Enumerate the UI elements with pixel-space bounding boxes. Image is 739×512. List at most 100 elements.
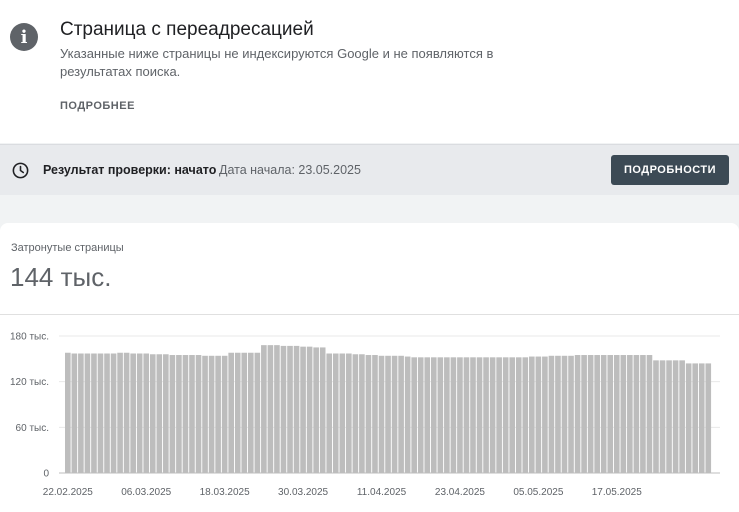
chart-bar	[437, 357, 444, 473]
affected-pages-value: 144 тыс.	[10, 262, 112, 292]
chart-bar	[339, 353, 346, 473]
chart-bar	[247, 352, 254, 473]
chart-bar	[646, 355, 653, 473]
chart-bar	[679, 360, 685, 473]
chart-bar	[509, 357, 516, 473]
chart-bar	[123, 352, 130, 473]
chart-bar	[65, 352, 71, 473]
chart-bar	[332, 353, 339, 473]
chart-bar	[215, 355, 221, 473]
chart-bar	[156, 354, 163, 473]
chart-bar	[378, 355, 385, 473]
chart-bar	[411, 357, 417, 473]
affected-pages-chart: 0 60 тыс. 120 тыс. 180 тыс. 22.02.2025 06.03.…	[10, 332, 720, 498]
chart-bar	[692, 363, 699, 473]
chart-bar	[280, 345, 287, 473]
chart-bar	[228, 352, 234, 473]
chart-bar	[326, 353, 333, 473]
x-tick-label: 23.04.2025	[435, 487, 485, 498]
y-tick-label: 0	[43, 469, 49, 480]
chart-bar	[542, 356, 548, 473]
chart-bar	[444, 357, 450, 473]
chart-bar	[143, 353, 150, 473]
chart-bar	[202, 355, 208, 473]
chart-bar	[71, 353, 78, 473]
details-button[interactable]: ПОДРОБНОСТИ	[611, 155, 729, 185]
affected-pages-card: Затронутые страницы 144 тыс. 0 60 тыс. 120…	[0, 223, 739, 512]
chart-bar	[457, 357, 463, 473]
chart-bar	[620, 355, 627, 473]
chart-bar	[254, 352, 261, 473]
issue-header: i Страница с переадресацией Указанные ни…	[0, 0, 739, 143]
chart-bar	[672, 360, 679, 473]
chart-bar	[261, 345, 267, 473]
chart-bar	[293, 345, 300, 473]
clock-icon	[12, 162, 29, 179]
chart-bar	[130, 353, 136, 473]
chart-bar	[502, 357, 509, 473]
chart-bar	[287, 345, 293, 473]
issue-description: Указанные ниже страницы не индексируются…	[60, 46, 494, 79]
affected-pages-label: Затронутые страницы	[11, 242, 124, 254]
chart-bar	[182, 355, 189, 473]
chart-bar	[705, 363, 712, 473]
chart-bar	[424, 357, 431, 473]
chart-bar	[574, 355, 581, 473]
info-icon: i	[10, 23, 38, 51]
x-tick-label: 17.05.2025	[592, 487, 642, 498]
chart-bar	[221, 355, 228, 473]
chart-bar	[208, 355, 215, 473]
chart-bar	[529, 356, 535, 473]
validation-status-bar: Результат проверки: начато Дата начала: …	[0, 144, 739, 195]
chart-bar	[398, 355, 404, 473]
chart-bar	[561, 355, 568, 473]
chart-bar	[195, 355, 202, 473]
chart-bar	[685, 363, 692, 473]
x-tick-label: 05.05.2025	[513, 487, 563, 498]
chart-bar	[535, 356, 542, 473]
chart-bar	[306, 346, 313, 473]
chart-bar	[581, 355, 587, 473]
chart-bar	[274, 345, 280, 473]
page-title: Страница с переадресацией	[60, 19, 314, 40]
chart-bar	[110, 353, 117, 473]
chart-bar	[568, 355, 574, 473]
chart-bar	[496, 357, 502, 473]
chart-bar	[84, 353, 91, 473]
chart-bar	[613, 355, 620, 473]
chart-bar	[430, 357, 437, 473]
y-tick-label: 120 тыс.	[10, 377, 49, 388]
chart-bar	[372, 355, 378, 473]
chart-bar	[483, 357, 489, 473]
chart-bar	[104, 353, 110, 473]
chart-bar	[163, 354, 169, 473]
chart-bar	[698, 363, 705, 473]
chart-bar	[640, 355, 646, 473]
chart-bar	[117, 352, 123, 473]
x-tick-label: 18.03.2025	[200, 487, 250, 498]
chart-bar	[365, 355, 372, 473]
chart-bar	[476, 357, 483, 473]
chart-bar	[600, 355, 607, 473]
chart-bar	[515, 357, 522, 473]
chart-bar	[97, 353, 104, 473]
chart-bar	[607, 355, 614, 473]
chart-bar	[633, 355, 640, 473]
chart-bar	[267, 345, 274, 473]
chart-bar	[417, 357, 424, 473]
x-tick-label: 30.03.2025	[278, 487, 328, 498]
chart-bar	[78, 353, 84, 473]
chart-bar	[659, 360, 666, 473]
chart-bar	[313, 347, 319, 473]
chart-bar	[594, 355, 600, 473]
chart-bar	[391, 355, 398, 473]
learn-more-link[interactable]: ПОДРОБНЕЕ	[60, 100, 135, 112]
chart-bar	[555, 355, 561, 473]
chart-bar	[666, 360, 672, 473]
chart-bar	[522, 357, 529, 473]
chart-bar	[627, 355, 633, 473]
chart-bar	[346, 353, 352, 473]
chart-bar	[404, 356, 411, 473]
chart-bar	[149, 354, 156, 473]
chart-bar	[463, 357, 470, 473]
